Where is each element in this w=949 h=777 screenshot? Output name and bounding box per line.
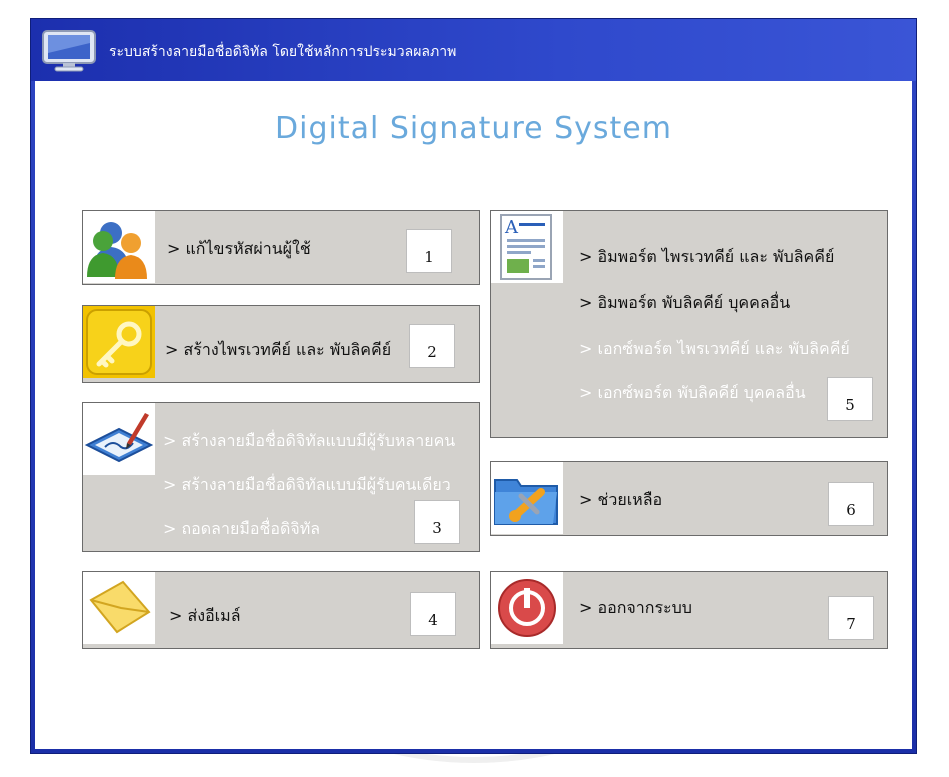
monitor-icon	[42, 30, 96, 72]
signature-pen-icon	[83, 403, 155, 475]
users-icon	[83, 211, 155, 283]
menu-import-private-public[interactable]: > อิมพอร์ต ไพรเวทคีย์ และ พับลิคคีย์	[579, 245, 834, 270]
menu-send-email[interactable]: > ส่งอีเมล์	[169, 604, 241, 629]
panel-import-export: A > อิมพอร์ต ไพรเวทคีย์ และ พับลิคคีย์ >…	[490, 210, 888, 438]
app-heading: Digital Signature System	[275, 111, 672, 146]
number-box-7: 7	[828, 596, 874, 640]
help-folder-tools-icon	[491, 462, 563, 534]
panel-signature: > สร้างลายมือชื่อดิจิทัลแบบมีผู้รับหลายค…	[82, 402, 480, 552]
document-icon: A	[491, 211, 563, 283]
key-icon	[83, 306, 155, 378]
menu-create-keys[interactable]: > สร้างไพรเวทคีย์ และ พับลิคคีย์	[165, 338, 391, 363]
panel-change-password: > แก้ไขรหัสผ่านผู้ใช้ 1	[82, 210, 480, 285]
number-box-2: 2	[409, 324, 455, 368]
main-window: ระบบสร้างลายมือชื่อดิจิทัล โดยใช้หลักการ…	[30, 18, 917, 754]
menu-help[interactable]: > ช่วยเหลือ	[579, 488, 662, 513]
menu-import-other-public[interactable]: > อิมพอร์ต พับลิคคีย์ บุคคลอื่น	[579, 291, 790, 316]
number-box-6: 6	[828, 482, 874, 526]
panel-logout: > ออกจากระบบ 7	[490, 571, 888, 649]
menu-sign-multi-recipient[interactable]: > สร้างลายมือชื่อดิจิทัลแบบมีผู้รับหลายค…	[163, 429, 455, 454]
menu-export-private-public[interactable]: > เอกซ์พอร์ต ไพรเวทคีย์ และ พับลิคคีย์	[579, 337, 850, 362]
title-bar: ระบบสร้างลายมือชื่อดิจิทัล โดยใช้หลักการ…	[31, 19, 916, 81]
number-box-5: 5	[827, 377, 873, 421]
number-box-1: 1	[406, 229, 452, 273]
svg-text:A: A	[504, 217, 519, 238]
menu-export-other-public[interactable]: > เอกซ์พอร์ต พับลิคคีย์ บุคคลอื่น	[579, 381, 806, 406]
number-box-3: 3	[414, 500, 460, 544]
panel-send-email: > ส่งอีเมล์ 4	[82, 571, 480, 649]
menu-logout[interactable]: > ออกจากระบบ	[579, 596, 692, 621]
menu-sign-single-recipient[interactable]: > สร้างลายมือชื่อดิจิทัลแบบมีผู้รับคนเดี…	[163, 473, 451, 498]
menu-change-password[interactable]: > แก้ไขรหัสผ่านผู้ใช้	[167, 237, 311, 262]
window-title: ระบบสร้างลายมือชื่อดิจิทัล โดยใช้หลักการ…	[109, 44, 457, 60]
panel-create-keys: > สร้างไพรเวทคีย์ และ พับลิคคีย์ 2	[82, 305, 480, 383]
content-area: Digital Signature System > แก้ไขรหัสผ่าน…	[35, 81, 912, 749]
envelope-icon	[83, 572, 155, 644]
number-box-4: 4	[410, 592, 456, 636]
power-icon	[491, 572, 563, 644]
menu-decode-signature[interactable]: > ถอดลายมือชื่อดิจิทัล	[163, 517, 320, 542]
panel-help: > ช่วยเหลือ 6	[490, 461, 888, 536]
